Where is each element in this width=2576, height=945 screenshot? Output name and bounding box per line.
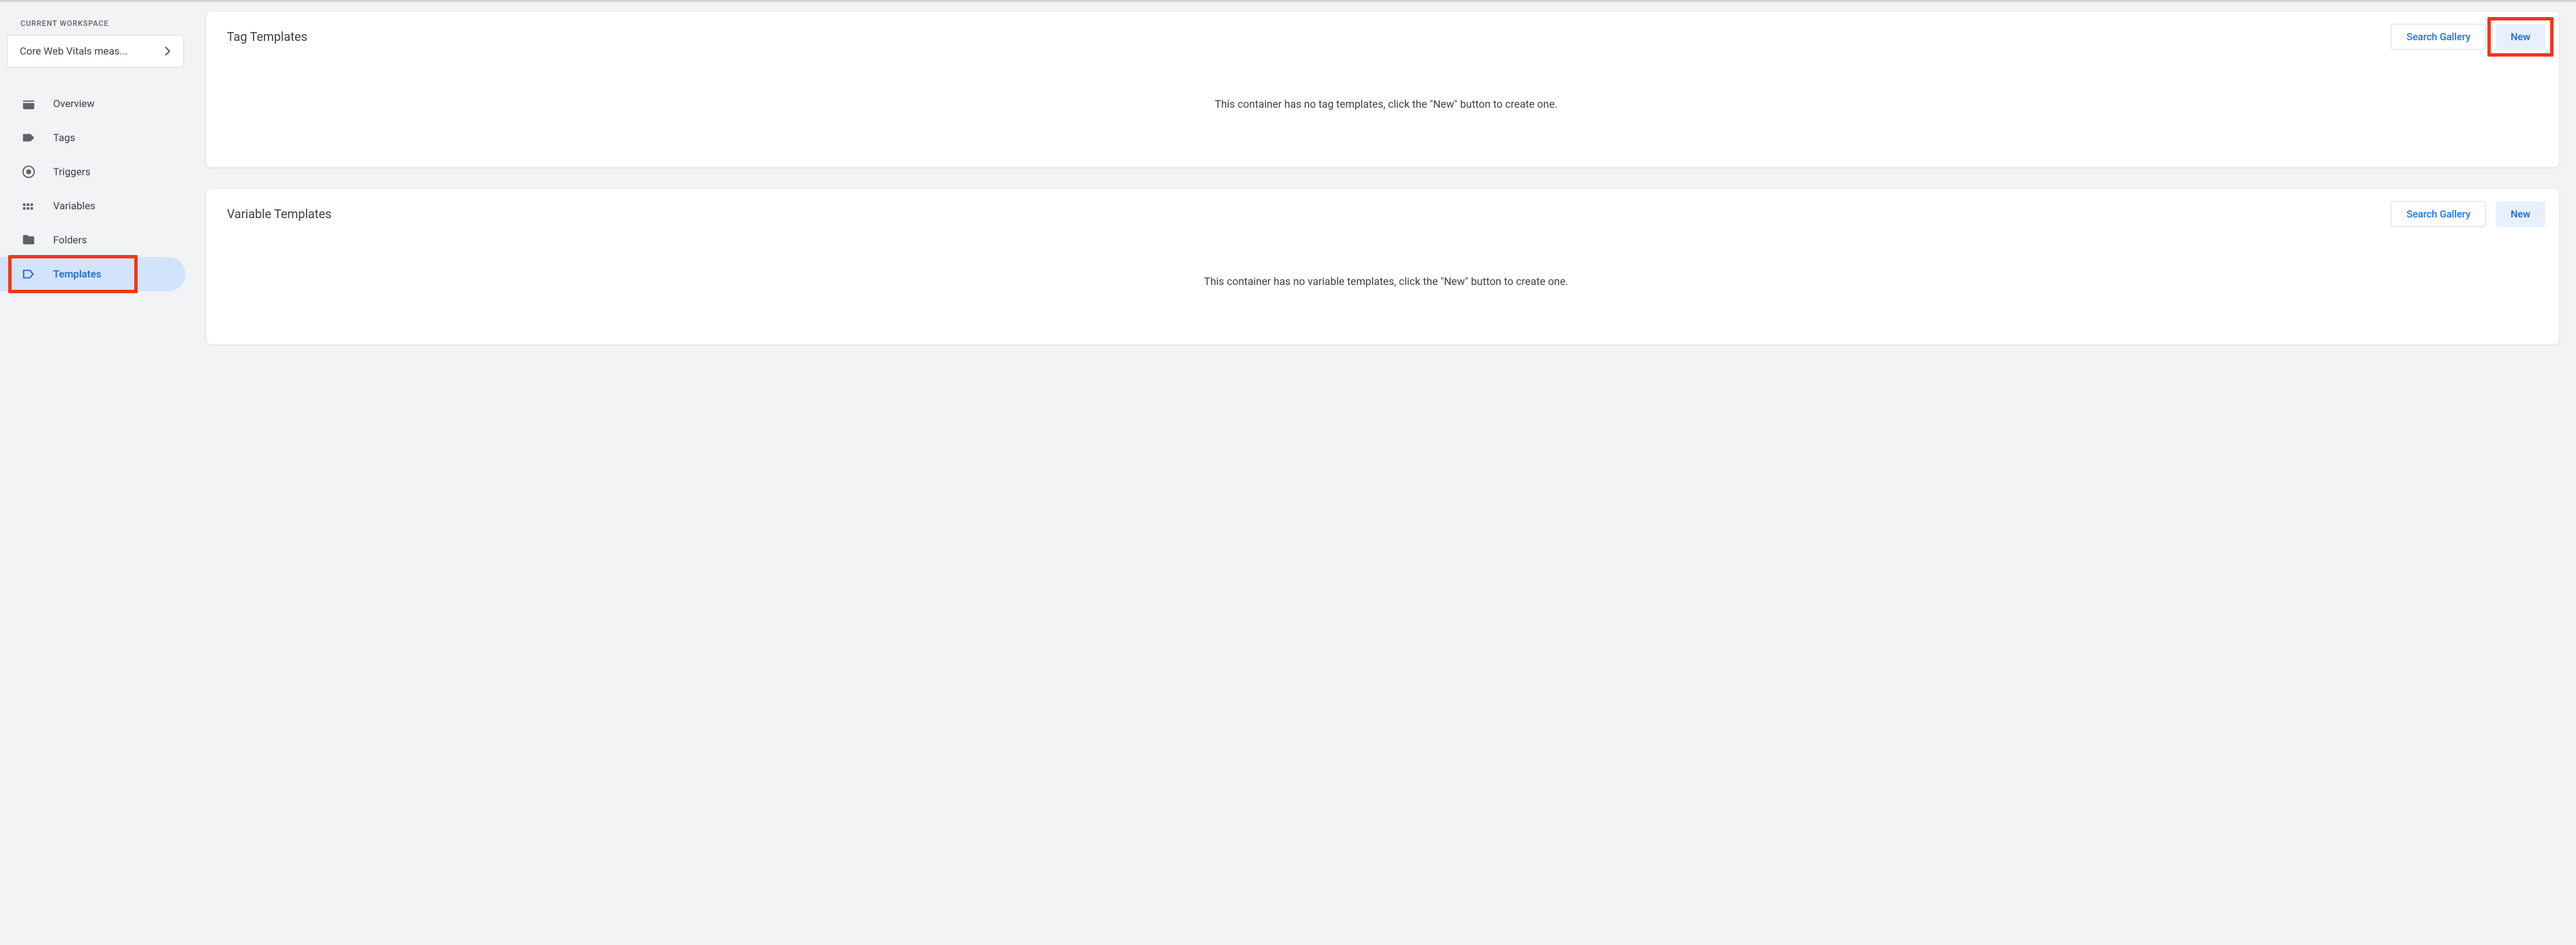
sidebar-item-label: Overview	[53, 97, 95, 110]
tag-icon	[20, 130, 37, 146]
button-label: New	[2511, 31, 2530, 43]
new-variable-template-button[interactable]: New	[2496, 201, 2545, 227]
dashboard-icon	[20, 95, 37, 112]
sidebar-item-overview[interactable]: Overview	[0, 87, 185, 121]
workspace-selector[interactable]: Core Web Vitals meas...	[7, 35, 184, 68]
new-tag-template-button[interactable]: New	[2496, 24, 2545, 50]
sidebar-item-label: Triggers	[53, 166, 91, 178]
empty-state-message: This container has no variable templates…	[227, 245, 2545, 325]
template-icon	[20, 266, 37, 282]
sidebar-item-label: Templates	[53, 268, 102, 280]
workspace-name: Core Web Vitals meas...	[20, 45, 160, 57]
trigger-icon	[20, 164, 37, 180]
sidebar-item-triggers[interactable]: Triggers	[0, 155, 185, 189]
folder-icon	[20, 232, 37, 248]
empty-state-message: This container has no tag templates, cli…	[227, 68, 2545, 148]
sidebar-item-label: Tags	[53, 132, 75, 144]
sidebar-item-variables[interactable]: Variables	[0, 189, 185, 223]
chevron-right-icon	[160, 44, 175, 59]
button-label: New	[2511, 209, 2530, 220]
main-content: Tag Templates Search Gallery New This co…	[191, 0, 2576, 945]
sidebar-item-tags[interactable]: Tags	[0, 121, 185, 155]
variables-icon	[20, 198, 37, 214]
search-gallery-button[interactable]: Search Gallery	[2391, 201, 2486, 227]
button-label: Search Gallery	[2406, 31, 2470, 43]
button-label: Search Gallery	[2406, 209, 2470, 220]
card-title: Variable Templates	[227, 207, 331, 222]
tag-templates-card: Tag Templates Search Gallery New This co…	[206, 11, 2560, 168]
sidebar-item-label: Folders	[53, 234, 87, 246]
search-gallery-button[interactable]: Search Gallery	[2391, 24, 2486, 50]
sidebar-item-templates[interactable]: Templates	[0, 257, 185, 291]
sidebar-nav: Overview Tags Triggers Variables	[0, 87, 191, 291]
sidebar: CURRENT WORKSPACE Core Web Vitals meas..…	[0, 0, 191, 945]
sidebar-item-label: Variables	[53, 200, 95, 212]
sidebar-item-folders[interactable]: Folders	[0, 223, 185, 257]
workspace-section-label: CURRENT WORKSPACE	[0, 10, 191, 35]
card-title: Tag Templates	[227, 30, 307, 44]
variable-templates-card: Variable Templates Search Gallery New Th…	[206, 188, 2560, 345]
